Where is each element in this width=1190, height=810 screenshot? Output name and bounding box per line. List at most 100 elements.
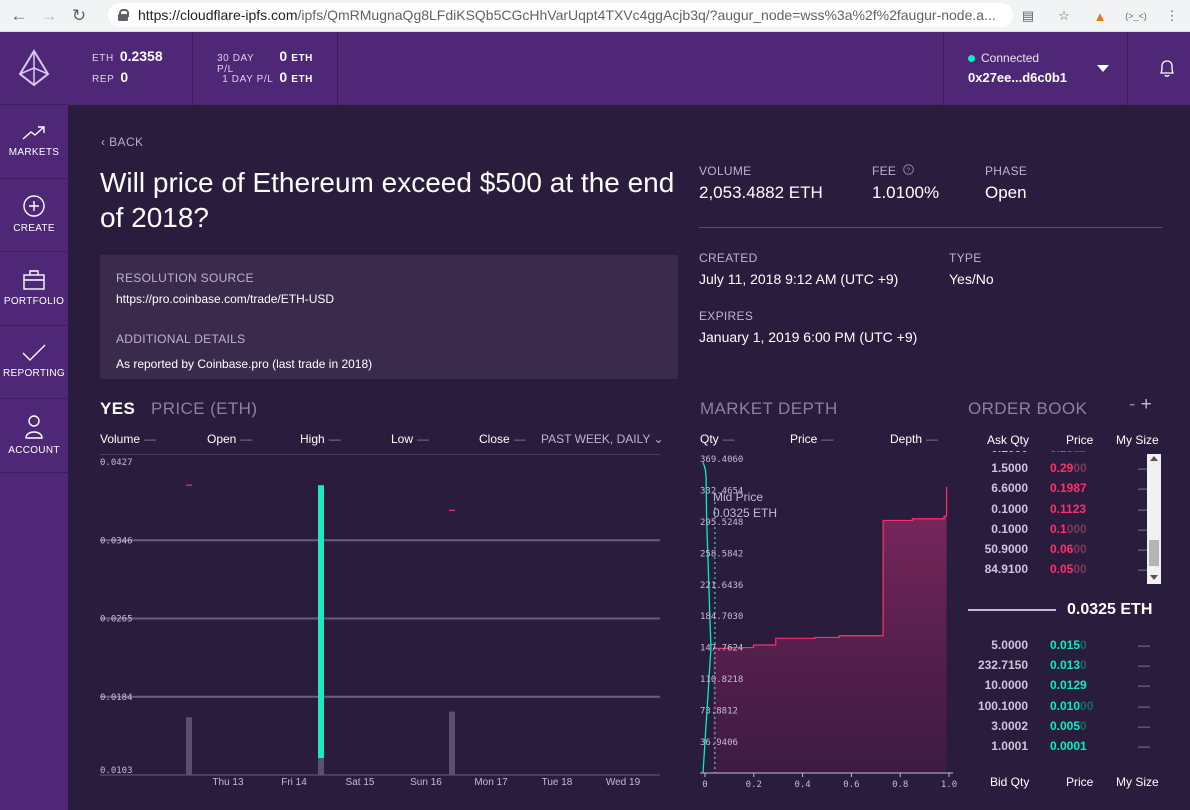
ask-row[interactable]: 84.91000.0500— [968, 562, 1148, 582]
ask-qty: 0.1000 [991, 521, 1028, 536]
ask-mysize-header: My Size [1116, 433, 1159, 447]
scroll-down-icon[interactable] [1150, 575, 1158, 580]
bookmark-star-icon[interactable]: ☆ [1046, 8, 1082, 24]
bid-qty: 3.0002 [991, 718, 1028, 733]
reload-icon[interactable]: ↻ [64, 6, 94, 26]
depth-x-tick-label: 0.4 [794, 780, 810, 790]
bid-row[interactable]: 3.0002 0.0050 — [968, 719, 1158, 739]
col-close[interactable]: Close — [479, 432, 526, 446]
depth-col-price[interactable]: Price — [790, 432, 833, 446]
depth-x-tick-label: 1.0 [941, 780, 957, 790]
type-label: TYPE [949, 251, 982, 265]
help-icon[interactable]: ? [903, 164, 914, 175]
sidebar-item-portfolio[interactable]: PORTFOLIO [0, 252, 68, 326]
bid-row[interactable]: 232.7150 0.0130 — [968, 658, 1158, 678]
volume-stat: VOLUME 2,053.4882 ETH [699, 164, 823, 203]
range-selector[interactable]: PAST WEEK, DAILY ⌄ [541, 432, 664, 446]
created-stat: CREATED July 11, 2018 9:12 AM (UTC +9) [699, 251, 898, 287]
plus-circle-icon [23, 195, 45, 217]
phase-value: Open [985, 183, 1027, 202]
scroll-up-icon[interactable] [1150, 456, 1158, 461]
fee-stat: FEE ? 1.0100% [872, 164, 939, 203]
ask-row[interactable]: 50.90000.0600— [968, 542, 1148, 562]
price-chart[interactable]: 0.04270.03460.02650.01840.0103Thu 13 Fri … [100, 454, 660, 789]
scroll-thumb[interactable] [1149, 540, 1159, 566]
bell-icon[interactable] [1158, 58, 1176, 78]
browser-toolbar: ← → ↻ https://cloudflare-ipfs.com/ipfs/Q… [0, 0, 1190, 32]
depth-y-tick-label: 221.6436 [700, 581, 743, 591]
ask-row[interactable]: 0.10000.2911— [968, 451, 1148, 461]
bid-row[interactable]: 100.1000 0.01000 — [968, 699, 1158, 719]
pl30-unit: ETH [291, 52, 313, 64]
ask-price: 0.1987 [1050, 481, 1087, 496]
account-dropdown[interactable]: Connected 0x27ee...d6c0b1 [943, 32, 1128, 105]
bid-my-size: — [1138, 658, 1150, 673]
bid-row[interactable]: 5.0000 0.0150 — [968, 638, 1158, 658]
metamask-icon[interactable]: ▲ [1082, 9, 1118, 24]
sidebar-item-label: CREATE [13, 223, 55, 235]
depth-col-depth[interactable]: Depth — [890, 432, 938, 446]
back-arrow-icon[interactable]: ← [4, 6, 34, 26]
chevron-down-icon: ⌄ [653, 432, 664, 446]
x-tick-label: Fri 14 [281, 777, 307, 788]
ask-qty: 0.1000 [991, 451, 1028, 455]
translate-icon[interactable]: ▤ [1010, 8, 1046, 24]
asks-scrollbar[interactable] [1147, 454, 1161, 584]
bid-row[interactable]: 10.0000 0.0129 — [968, 678, 1158, 698]
back-link[interactable]: ‹ BACK [101, 135, 143, 149]
minus-icon[interactable]: - [1129, 394, 1135, 415]
account-address: 0x27ee...d6c0b1 [968, 70, 1068, 85]
col-volume[interactable]: Volume — [100, 432, 156, 446]
market-view: ‹ BACK Will price of Ethereum exceed $50… [68, 105, 1190, 810]
ask-price-padding: 11 [1073, 451, 1086, 455]
sidebar-item-create[interactable]: CREATE [0, 179, 68, 252]
ask-qty: 50.9000 [984, 542, 1028, 556]
sidebar-item-markets[interactable]: MARKETS [0, 105, 68, 179]
ask-price: 0.2900 [1050, 461, 1087, 476]
depth-x-tick-label: 0.2 [746, 780, 762, 790]
bid-row[interactable]: 1.0001 0.0001 — [968, 739, 1158, 759]
depth-col-qty[interactable]: Qty — [700, 432, 735, 446]
sidebar-item-label: REPORTING [3, 368, 65, 380]
bid-qty: 232.7150 [977, 658, 1028, 673]
lock-icon [118, 9, 129, 21]
extension-label[interactable]: (>_<) [1118, 11, 1154, 21]
ask-row[interactable]: 6.60000.1987— [968, 481, 1148, 501]
forward-arrow-icon[interactable]: → [34, 6, 64, 26]
sidebar-item-reporting[interactable]: REPORTING [0, 326, 68, 399]
pl1-label: 1 DAY P/L [222, 73, 274, 85]
col-high[interactable]: High — [300, 432, 341, 446]
sidebar-item-account[interactable]: ACCOUNT [0, 399, 68, 473]
outcome-tab-yes[interactable]: YES [100, 399, 135, 419]
bid-my-size: — [1138, 739, 1150, 753]
user-icon [25, 415, 43, 439]
ask-row[interactable]: 0.10000.1000— [968, 522, 1148, 542]
mid-price-tooltip: Mid Price 0.0325 ETH [713, 489, 777, 521]
x-tick-label: Thu 13 [212, 777, 244, 788]
col-low[interactable]: Low — [391, 432, 429, 446]
bid-price-padding: 0 [1080, 658, 1087, 673]
col-open[interactable]: Open — [207, 432, 252, 446]
divider [699, 227, 1162, 228]
depth-y-tick-label: 73.8812 [700, 707, 738, 717]
ask-qty: 0.1000 [991, 501, 1028, 516]
x-tick-label: Wed 19 [606, 777, 641, 788]
bid-price-padding: 0 [1080, 718, 1087, 733]
phase-label: PHASE [985, 164, 1028, 178]
plus-icon[interactable]: + [1141, 394, 1152, 415]
menu-dots-icon[interactable]: ⋮ [1154, 8, 1190, 24]
phase-stat: PHASE Open [985, 164, 1027, 203]
bid-price: 0.0130 [1050, 658, 1087, 673]
eth-label: ETH [92, 52, 114, 64]
depth-x-tick-label: 0.8 [892, 780, 908, 790]
expires-stat: EXPIRES January 1, 2019 6:00 PM (UTC +9) [699, 309, 917, 345]
ask-price-header: Price [1066, 433, 1094, 447]
ask-row[interactable]: 1.50000.2900— [968, 461, 1148, 481]
ask-row[interactable]: 0.10000.1123— [968, 502, 1148, 522]
sidebar-item-label: ACCOUNT [8, 444, 60, 456]
address-bar[interactable]: https://cloudflare-ipfs.com/ipfs/QmRMugn… [108, 3, 1013, 27]
chevron-down-icon[interactable] [1097, 65, 1109, 72]
depth-y-tick-label: 369.4060 [700, 455, 743, 465]
augur-logo[interactable] [0, 32, 68, 105]
augur-logo-icon [18, 49, 50, 87]
